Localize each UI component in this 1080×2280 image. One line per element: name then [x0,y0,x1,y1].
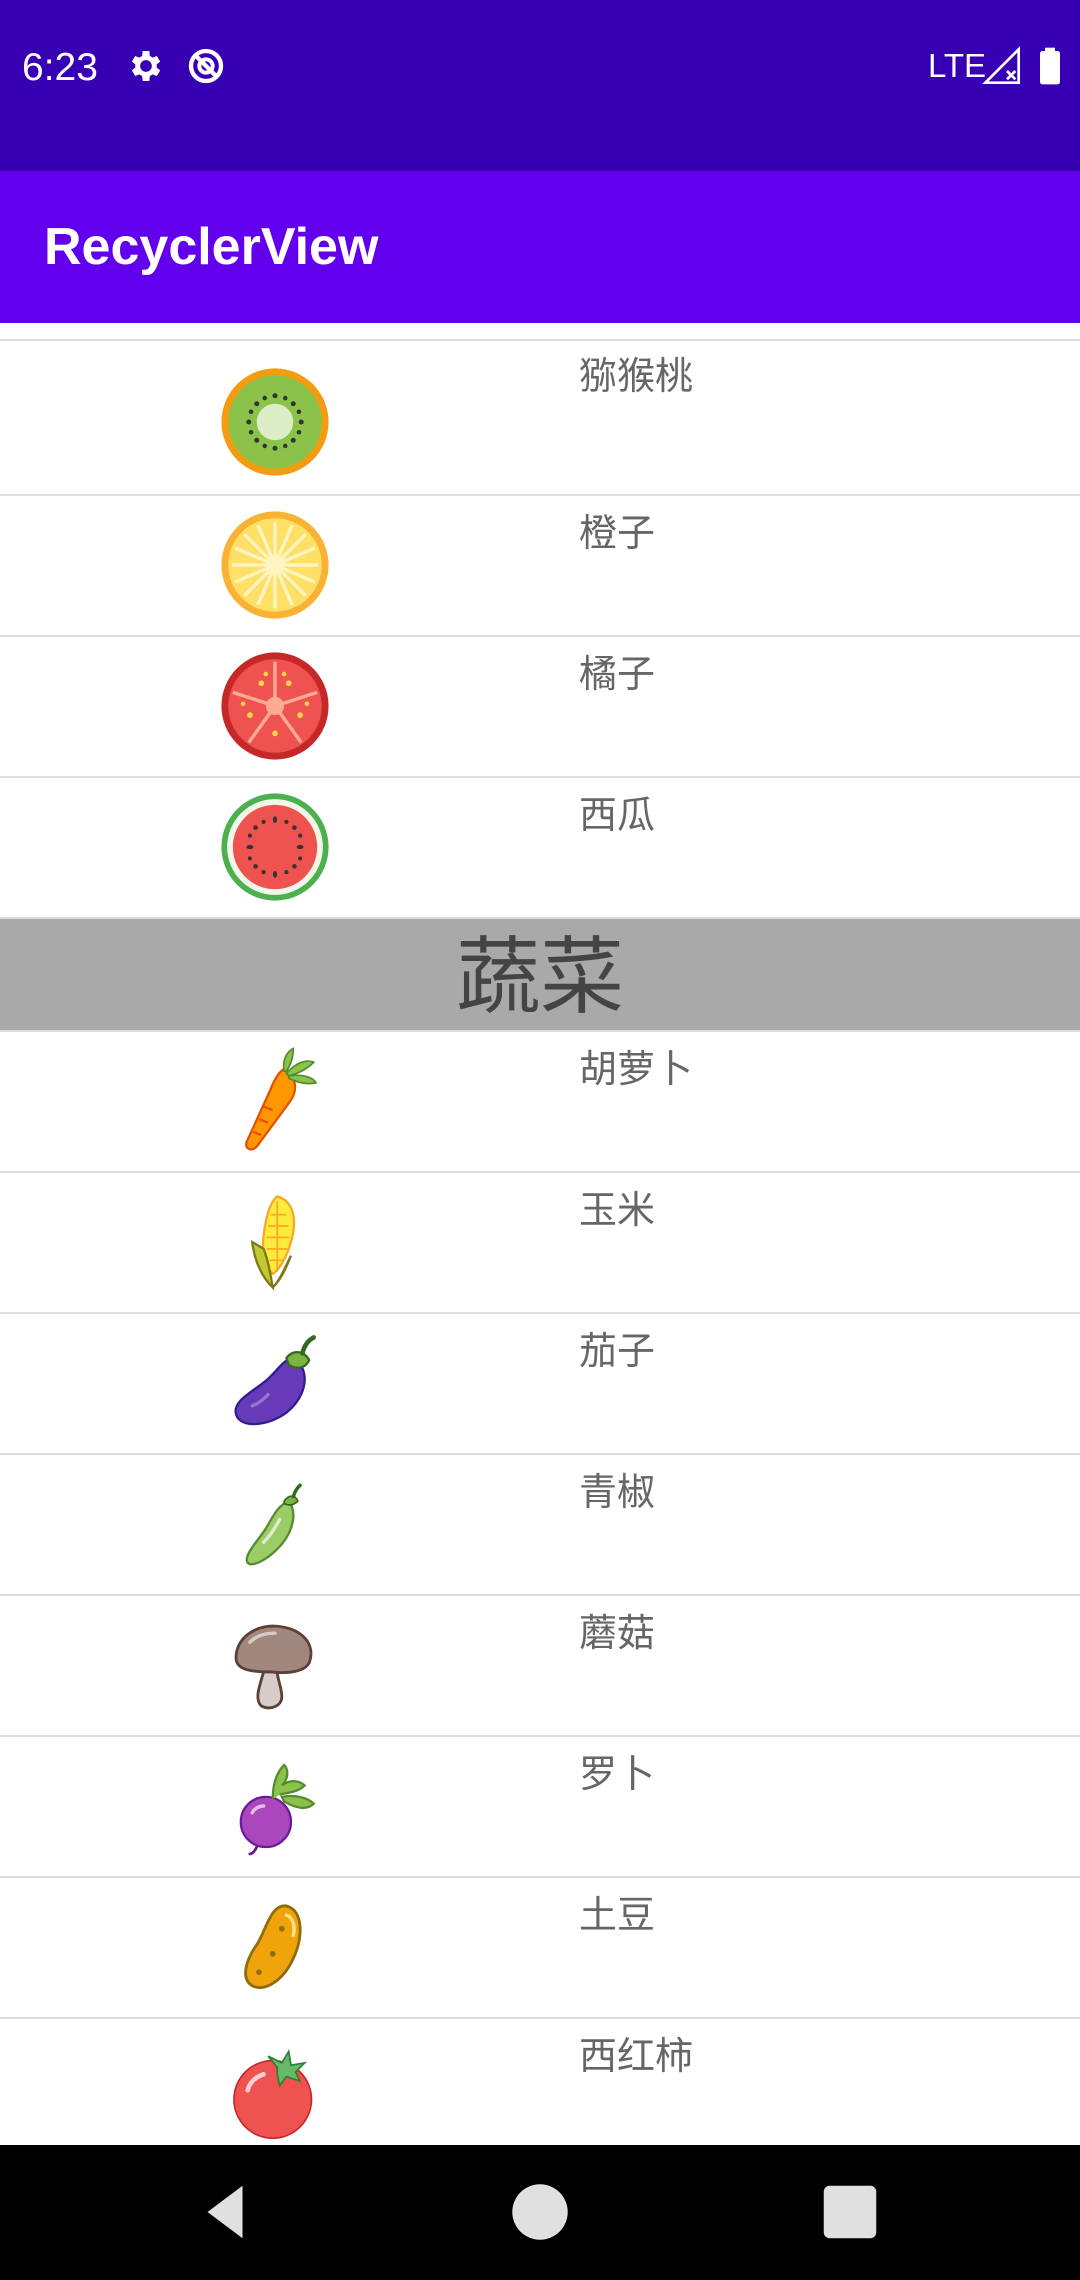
section-header-label: 蔬菜 [455,928,624,1026]
recents-icon[interactable] [815,2177,885,2247]
app-title: RecyclerView [44,218,379,276]
status-time: 6:23 [22,46,98,89]
radish-icon [239,1763,316,1856]
list-item[interactable]: 橙子 [0,496,1080,637]
green-pepper-icon [245,1483,302,1566]
carrot-icon [245,1047,318,1151]
item-label: 茄子 [579,1329,656,1373]
item-label: 玉米 [579,1188,656,1232]
list-item[interactable]: 猕猴桃 [0,339,1080,496]
list-item[interactable]: 玉米 [0,1173,1080,1314]
kiwi-icon [221,368,329,476]
list-item[interactable]: 土豆 [0,1878,1080,2019]
watermelon-icon [221,793,329,901]
item-label: 橘子 [579,652,656,696]
potato-icon [244,1904,302,1989]
corn-icon [250,1195,296,1291]
list-item[interactable]: 罗卜 [0,1737,1080,1878]
settings-icon [131,51,161,81]
list-item[interactable]: 西瓜 [0,778,1080,919]
no-disturb-icon [188,48,224,84]
app-bar: RecyclerView [0,171,1080,323]
status-bar: 6:23 LTE [0,0,1080,171]
list-item[interactable]: 橘子 [0,637,1080,778]
recycler-list[interactable]: 猕猴桃 橙子 橘子 西瓜 蔬菜 胡萝卜 玉米 茄子 青椒 蘑菇 罗卜 土豆 西红… [0,323,1080,2145]
item-label: 西瓜 [579,793,656,837]
back-icon[interactable] [190,2177,260,2247]
item-label: 蘑菇 [579,1611,656,1655]
list-item[interactable]: 蘑菇 [0,1596,1080,1737]
item-label: 西红柿 [579,2034,694,2078]
list-item[interactable]: 茄子 [0,1314,1080,1455]
item-label: 土豆 [579,1893,656,1937]
network-type: LTE [928,47,987,84]
item-label: 猕猴桃 [579,354,694,398]
battery-icon [1040,47,1060,85]
list-item[interactable]: 胡萝卜 [0,1032,1080,1173]
orange-icon [221,511,329,619]
item-label: 罗卜 [579,1752,656,1796]
item-label: 橙子 [579,511,656,555]
section-header: 蔬菜 [0,919,1080,1032]
list-item[interactable]: 青椒 [0,1455,1080,1596]
item-label: 青椒 [579,1470,656,1514]
tangerine-icon [221,652,329,760]
tomato-icon [233,2049,313,2140]
eggplant-icon [234,1335,317,1426]
list-item[interactable]: 西红柿 [0,2019,1080,2145]
item-label: 胡萝卜 [579,1047,694,1091]
navigation-bar [0,2145,1080,2280]
home-icon[interactable] [505,2177,575,2247]
mushroom-icon [234,1624,313,1710]
signal-icon [982,46,1020,84]
